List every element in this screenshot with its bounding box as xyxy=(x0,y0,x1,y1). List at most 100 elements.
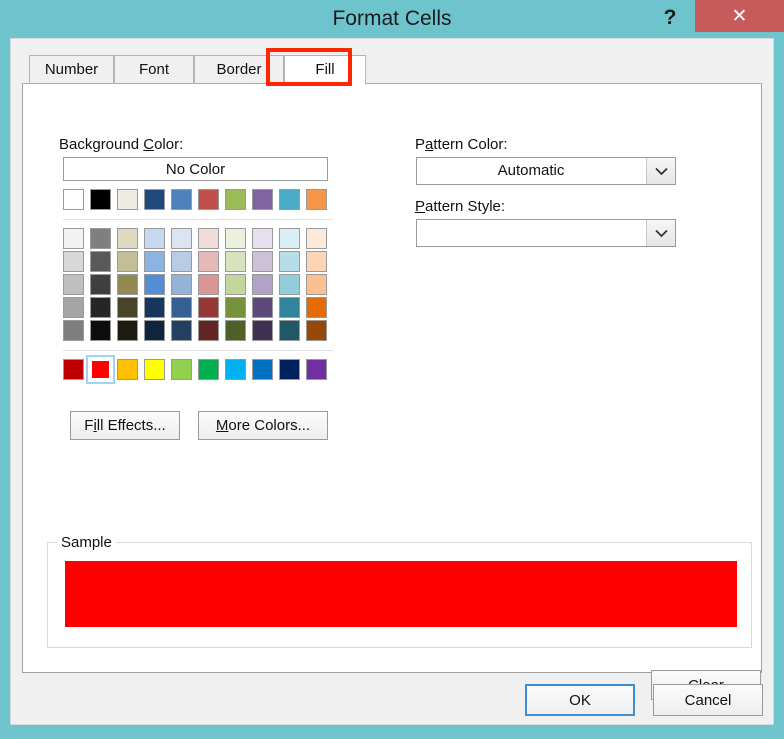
color-swatch[interactable] xyxy=(279,274,300,295)
color-swatch[interactable] xyxy=(171,189,192,210)
color-swatch[interactable] xyxy=(198,251,219,272)
color-swatch[interactable] xyxy=(90,189,111,210)
color-swatch[interactable] xyxy=(90,228,111,249)
close-icon[interactable]: ✕ xyxy=(695,0,784,32)
color-swatch[interactable] xyxy=(144,359,165,380)
theme-variant-row-1 xyxy=(63,228,333,249)
color-swatch[interactable] xyxy=(306,228,327,249)
color-swatch[interactable] xyxy=(225,251,246,272)
color-swatch[interactable] xyxy=(306,320,327,341)
color-swatch[interactable] xyxy=(252,297,273,318)
color-swatch[interactable] xyxy=(117,359,138,380)
tab-font[interactable]: Font xyxy=(114,55,194,84)
color-swatch[interactable] xyxy=(117,297,138,318)
color-swatch[interactable] xyxy=(144,251,165,272)
color-swatch[interactable] xyxy=(306,274,327,295)
color-swatch[interactable] xyxy=(252,228,273,249)
color-swatch[interactable] xyxy=(252,251,273,272)
color-swatch[interactable] xyxy=(63,274,84,295)
color-swatch[interactable] xyxy=(171,297,192,318)
background-color-palette xyxy=(63,189,333,384)
color-swatch[interactable] xyxy=(117,228,138,249)
fill-tab-panel: Background Color: No Color Fill Effects.… xyxy=(22,84,762,700)
color-swatch[interactable] xyxy=(252,320,273,341)
color-swatch[interactable] xyxy=(279,320,300,341)
ok-button[interactable]: OK xyxy=(525,684,635,716)
color-swatch[interactable] xyxy=(117,251,138,272)
color-swatch[interactable] xyxy=(225,320,246,341)
color-swatch[interactable] xyxy=(171,359,192,380)
color-swatch[interactable] xyxy=(225,274,246,295)
color-swatch[interactable] xyxy=(90,320,111,341)
color-swatch[interactable] xyxy=(198,228,219,249)
color-swatch[interactable] xyxy=(225,228,246,249)
sample-preview-swatch xyxy=(65,561,737,627)
color-swatch[interactable] xyxy=(279,228,300,249)
color-swatch[interactable] xyxy=(279,297,300,318)
title-bar: Format Cells ? ✕ xyxy=(0,0,784,38)
color-swatch[interactable] xyxy=(279,189,300,210)
pattern-style-select[interactable] xyxy=(416,219,676,247)
color-swatch[interactable] xyxy=(306,189,327,210)
color-swatch[interactable] xyxy=(171,251,192,272)
pattern-color-select[interactable]: Automatic xyxy=(416,157,676,185)
color-swatch[interactable] xyxy=(198,359,219,380)
color-swatch[interactable] xyxy=(225,189,246,210)
color-swatch[interactable] xyxy=(117,274,138,295)
format-cells-dialog: Format Cells ? ✕ Number Font Border Fill… xyxy=(0,0,784,739)
color-swatch[interactable] xyxy=(117,320,138,341)
color-swatch[interactable] xyxy=(63,359,84,380)
color-swatch[interactable] xyxy=(171,274,192,295)
color-swatch[interactable] xyxy=(86,355,115,384)
color-swatch[interactable] xyxy=(63,297,84,318)
color-swatch[interactable] xyxy=(198,274,219,295)
color-swatch[interactable] xyxy=(144,297,165,318)
color-swatch[interactable] xyxy=(225,297,246,318)
color-swatch[interactable] xyxy=(144,189,165,210)
cancel-button[interactable]: Cancel xyxy=(653,684,763,716)
color-swatch[interactable] xyxy=(279,359,300,380)
color-swatch[interactable] xyxy=(198,189,219,210)
theme-variant-row-3 xyxy=(63,274,333,295)
color-swatch[interactable] xyxy=(252,274,273,295)
tab-strip: Number Font Border Fill xyxy=(22,55,762,85)
color-swatch[interactable] xyxy=(171,320,192,341)
color-swatch[interactable] xyxy=(306,251,327,272)
sample-label: Sample xyxy=(57,534,116,551)
color-swatch[interactable] xyxy=(198,320,219,341)
color-swatch[interactable] xyxy=(90,251,111,272)
color-swatch[interactable] xyxy=(306,297,327,318)
tab-fill[interactable]: Fill xyxy=(284,55,366,85)
color-swatch[interactable] xyxy=(225,359,246,380)
chevron-down-icon[interactable] xyxy=(646,158,675,184)
color-swatch[interactable] xyxy=(63,251,84,272)
color-swatch[interactable] xyxy=(144,274,165,295)
color-swatch[interactable] xyxy=(63,189,84,210)
color-swatch[interactable] xyxy=(171,228,192,249)
color-swatch[interactable] xyxy=(198,297,219,318)
color-swatch[interactable] xyxy=(63,320,84,341)
color-swatch[interactable] xyxy=(90,274,111,295)
color-swatch[interactable] xyxy=(63,228,84,249)
color-swatch[interactable] xyxy=(252,359,273,380)
fill-effects-button[interactable]: Fill Effects... xyxy=(70,411,180,440)
color-swatch[interactable] xyxy=(279,251,300,272)
more-colors-button[interactable]: More Colors... xyxy=(198,411,328,440)
standard-colors-row xyxy=(63,355,333,384)
chevron-down-icon[interactable] xyxy=(646,220,675,246)
theme-variant-row-4 xyxy=(63,297,333,318)
color-swatch[interactable] xyxy=(117,189,138,210)
help-icon[interactable]: ? xyxy=(653,0,687,34)
palette-divider xyxy=(63,350,333,351)
pattern-style-value xyxy=(417,220,645,246)
no-color-button[interactable]: No Color xyxy=(63,157,328,181)
dialog-body: Number Font Border Fill Background Color… xyxy=(10,38,774,725)
color-swatch[interactable] xyxy=(144,320,165,341)
color-swatch[interactable] xyxy=(306,359,327,380)
tab-border[interactable]: Border xyxy=(194,55,284,84)
color-swatch[interactable] xyxy=(252,189,273,210)
tab-number[interactable]: Number xyxy=(29,55,114,84)
color-swatch[interactable] xyxy=(144,228,165,249)
color-swatch[interactable] xyxy=(90,297,111,318)
theme-variant-row-5 xyxy=(63,320,333,341)
